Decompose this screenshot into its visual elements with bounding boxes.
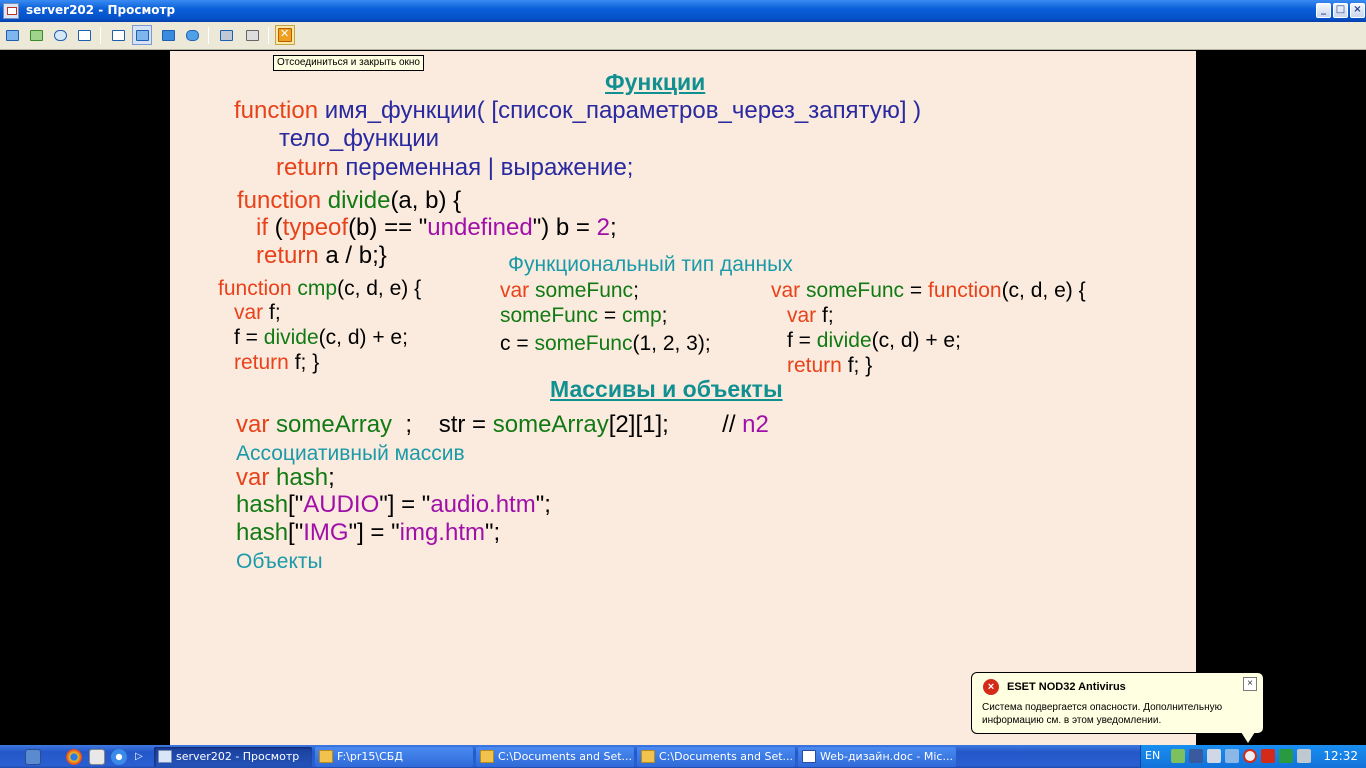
monitor-icon[interactable] (1189, 749, 1203, 763)
clock: 12:32 (1323, 749, 1358, 763)
task-label: Web-дизайн.doc - Mic... (820, 750, 953, 763)
toolbar-separator (208, 27, 209, 44)
syntax-line-3: return переменная | выражение; (276, 154, 634, 181)
cmp-line-1: function cmp(c, d, e) { (218, 277, 422, 300)
update-icon[interactable] (1279, 749, 1293, 763)
close-button[interactable]: × (1350, 3, 1365, 18)
divide-line-1: function divide(a, b) { (237, 187, 462, 214)
folder-icon (319, 750, 333, 763)
cmp-line-2: var f; (234, 301, 281, 324)
fit-screen-icon[interactable] (132, 25, 152, 45)
tools-icon[interactable] (242, 25, 262, 45)
app-icon[interactable] (3, 3, 19, 19)
divide-line-2: if (typeof(b) == "undefined") b = 2; (256, 214, 617, 241)
array-line-1: var someArray ; str = someArray[2][1]; /… (236, 411, 769, 438)
disconnect-close-button[interactable] (275, 25, 295, 45)
array-line-3: hash["AUDIO"] = "audio.htm"; (236, 491, 551, 518)
shield-icon[interactable] (1261, 749, 1275, 763)
antivirus-notification[interactable]: × ESET NOD32 Antivirus × Система подверг… (971, 672, 1264, 745)
somefunc-line-2: someFunc = cmp; (500, 304, 668, 327)
task-label: C:\Documents and Set... (498, 750, 633, 763)
window-mode-icon[interactable] (108, 25, 128, 45)
notification-close-button[interactable]: × (1243, 677, 1257, 691)
heading-arrays: Массивы и объекты (550, 376, 783, 402)
notification-title: ESET NOD32 Antivirus (1007, 681, 1126, 693)
divide-line-3: return a / b;} (256, 242, 387, 269)
array-line-2: var hash; (236, 464, 335, 491)
array-line-4: hash["IMG"] = "img.htm"; (236, 519, 501, 546)
window-title: server202 - Просмотр (26, 3, 176, 17)
task-folder-documents-1[interactable]: C:\Documents and Set... (476, 747, 634, 767)
task-word-document[interactable]: Web-дизайн.doc - Mic... (798, 747, 956, 767)
show-desktop-icon[interactable] (25, 749, 41, 765)
usb-icon[interactable] (1225, 749, 1239, 763)
func-literal-line-1: var someFunc = function(c, d, e) { (771, 279, 1086, 302)
task-label: C:\Documents and Set... (659, 750, 794, 763)
toolbar-separator (100, 27, 101, 44)
maximize-button[interactable]: □ (1333, 3, 1348, 18)
network-icon[interactable] (1171, 749, 1185, 763)
title-bar[interactable]: server202 - Просмотр _ □ × (0, 0, 1366, 22)
ie-icon[interactable] (111, 749, 127, 765)
phone-icon[interactable] (50, 25, 70, 45)
balloon-tail-fill (1241, 732, 1255, 743)
chrome-icon[interactable] (66, 749, 82, 765)
func-literal-line-3: f = divide(c, d) + e; (787, 329, 961, 352)
eset-icon[interactable] (1243, 749, 1257, 763)
chat-icon[interactable] (74, 25, 94, 45)
heading-functions: Функции (605, 69, 706, 95)
syntax-line-2: тело_функции (279, 125, 440, 152)
folder-icon (480, 750, 494, 763)
assoc-array-label: Ассоциативный массив (236, 442, 465, 465)
chevron-right-icon[interactable]: ▷ (135, 749, 151, 765)
refresh-icon[interactable] (182, 25, 202, 45)
minimize-button[interactable]: _ (1316, 3, 1331, 18)
error-icon: × (983, 679, 999, 695)
task-server202[interactable]: server202 - Просмотр (154, 747, 312, 767)
settings-icon[interactable] (1297, 749, 1311, 763)
transfer-icon[interactable] (26, 25, 46, 45)
syntax-line-1: function имя_функции( [список_параметров… (234, 97, 922, 124)
notification-message: Система подвергается опасности. Дополнит… (982, 702, 1223, 726)
somefunc-line-1: var someFunc; (500, 279, 639, 302)
volume-icon[interactable] (1207, 749, 1221, 763)
show-desktop-icon[interactable] (2, 25, 22, 45)
copy-icon[interactable] (216, 25, 236, 45)
objects-label: Объекты (236, 550, 323, 573)
task-folder-documents-2[interactable]: C:\Documents and Set... (637, 747, 795, 767)
toolbar (0, 22, 1366, 50)
task-label: F:\pr15\СБД (337, 750, 403, 763)
functional-type-label: Функциональный тип данных (508, 253, 793, 276)
folder-icon (641, 750, 655, 763)
task-label: server202 - Просмотр (176, 750, 300, 763)
cmp-line-4: return f; } (234, 351, 320, 374)
task-folder-pr15[interactable]: F:\pr15\СБД (315, 747, 473, 767)
cmp-line-3: f = divide(c, d) + e; (234, 326, 408, 349)
func-literal-line-4: return f; } (787, 354, 873, 377)
func-literal-line-2: var f; (787, 304, 834, 327)
toolbar-separator (268, 27, 269, 44)
system-tray: EN 12:32 (1140, 745, 1366, 768)
language-indicator[interactable]: EN (1145, 749, 1160, 762)
word-icon (802, 750, 816, 763)
taskbar: ▷ server202 - Просмотр F:\pr15\СБД C:\Do… (0, 745, 1366, 768)
somefunc-line-3: c = someFunc(1, 2, 3); (500, 332, 711, 355)
explorer-icon[interactable] (89, 749, 105, 765)
remote-viewer-icon (158, 750, 172, 763)
toolbar-tooltip: Отсоединиться и закрыть окно (273, 55, 424, 71)
fullscreen-icon[interactable] (158, 25, 178, 45)
close-icon (278, 27, 292, 42)
remote-slide: Функции function имя_функции( [список_па… (170, 51, 1196, 745)
